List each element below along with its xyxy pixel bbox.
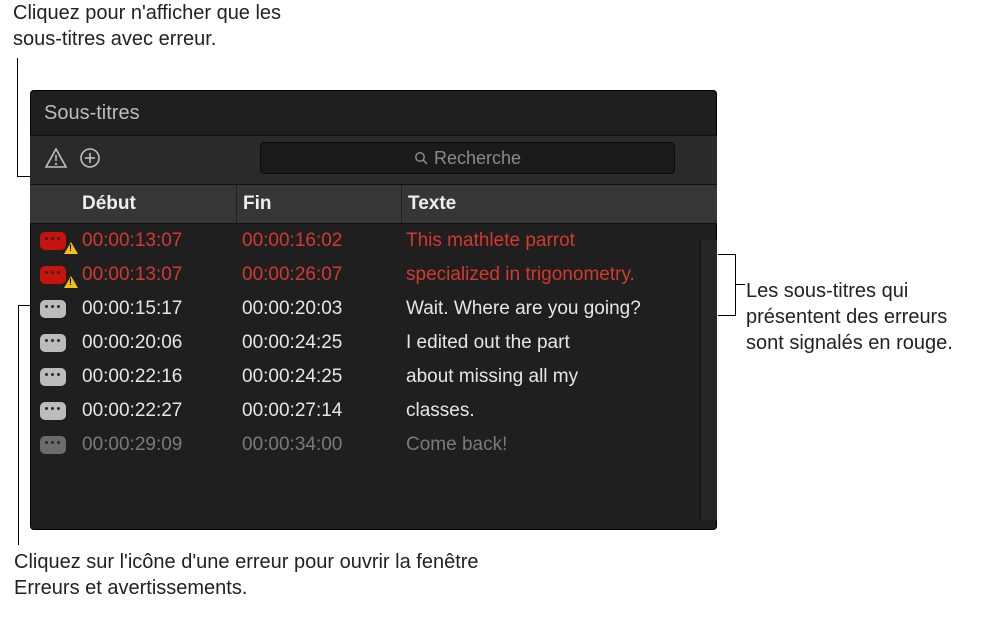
caption-end-time: 00:00:24:25 xyxy=(236,332,400,354)
search-placeholder: Recherche xyxy=(434,148,521,169)
table-row[interactable]: 00:00:22:1600:00:24:25about missing all … xyxy=(30,360,717,394)
caption-text: I edited out the part xyxy=(400,332,717,354)
col-header-text[interactable]: Texte xyxy=(402,185,717,223)
caption-start-time: 00:00:20:06 xyxy=(76,332,236,354)
caption-bubble-icon xyxy=(40,266,66,284)
caption-status-icon xyxy=(30,334,76,352)
caption-end-time: 00:00:34:00 xyxy=(236,434,400,456)
caption-status-icon[interactable] xyxy=(30,232,76,250)
col-header-start[interactable]: Début xyxy=(76,185,237,223)
caption-text: Come back! xyxy=(400,434,717,456)
callout-line xyxy=(735,284,745,285)
caption-text: This mathlete parrot xyxy=(400,230,717,252)
toolbar: Recherche xyxy=(30,135,717,185)
annotation-bottom: Cliquez sur l'icône d'une erreur pour ou… xyxy=(14,549,514,601)
caption-text: about missing all my xyxy=(400,366,717,388)
search-input[interactable]: Recherche xyxy=(260,142,675,174)
caption-bubble-icon xyxy=(40,436,66,454)
col-header-icon xyxy=(30,185,76,223)
caption-end-time: 00:00:20:03 xyxy=(236,298,400,320)
annotation-right: Les sous-titres qui présentent des erreu… xyxy=(746,278,986,356)
caption-rows: 00:00:13:0700:00:16:02This mathlete parr… xyxy=(30,224,717,462)
annotation-top: Cliquez pour n'afficher que les sous-tit… xyxy=(13,0,333,52)
warning-badge-icon xyxy=(64,242,78,254)
caption-status-icon xyxy=(30,300,76,318)
captions-panel: Sous-titres Recherche Déb xyxy=(30,90,717,530)
caption-end-time: 00:00:24:25 xyxy=(236,366,400,388)
caption-bubble-icon xyxy=(40,232,66,250)
scrollbar-track[interactable] xyxy=(700,240,717,520)
table-row[interactable]: 00:00:13:0700:00:16:02This mathlete parr… xyxy=(30,224,717,258)
caption-end-time: 00:00:27:14 xyxy=(236,400,400,422)
callout-line xyxy=(18,305,19,545)
caption-bubble-icon xyxy=(40,368,66,386)
caption-bubble-icon xyxy=(40,300,66,318)
caption-status-icon xyxy=(30,436,76,454)
panel-title: Sous-titres xyxy=(30,90,717,135)
caption-end-time: 00:00:16:02 xyxy=(236,230,400,252)
table-row[interactable]: 00:00:20:0600:00:24:25I edited out the p… xyxy=(30,326,717,360)
table-row[interactable]: 00:00:22:2700:00:27:14classes. xyxy=(30,394,717,428)
caption-bubble-icon xyxy=(40,402,66,420)
callout-bracket xyxy=(718,254,736,316)
warning-triangle-icon xyxy=(45,148,67,168)
caption-start-time: 00:00:22:27 xyxy=(76,400,236,422)
caption-start-time: 00:00:29:09 xyxy=(76,434,236,456)
caption-start-time: 00:00:15:17 xyxy=(76,298,236,320)
plus-circle-icon xyxy=(79,147,101,169)
caption-text: specialized in trigonometry. xyxy=(400,264,717,286)
caption-status-icon xyxy=(30,402,76,420)
caption-end-time: 00:00:26:07 xyxy=(236,264,400,286)
caption-bubble-icon xyxy=(40,334,66,352)
table-row[interactable]: 00:00:15:1700:00:20:03Wait. Where are yo… xyxy=(30,292,717,326)
add-caption-button[interactable] xyxy=(76,145,104,171)
col-header-end[interactable]: Fin xyxy=(237,185,402,223)
table-header: Début Fin Texte xyxy=(30,185,717,224)
table-row[interactable]: 00:00:29:0900:00:34:00Come back! xyxy=(30,428,717,462)
table-row[interactable]: 00:00:13:0700:00:26:07specialized in tri… xyxy=(30,258,717,292)
caption-text: Wait. Where are you going? xyxy=(400,298,717,320)
caption-text: classes. xyxy=(400,400,717,422)
caption-status-icon xyxy=(30,368,76,386)
caption-start-time: 00:00:22:16 xyxy=(76,366,236,388)
caption-start-time: 00:00:13:07 xyxy=(76,264,236,286)
filter-errors-button[interactable] xyxy=(42,145,70,171)
caption-status-icon[interactable] xyxy=(30,266,76,284)
callout-line xyxy=(17,58,18,176)
caption-start-time: 00:00:13:07 xyxy=(76,230,236,252)
warning-badge-icon xyxy=(64,276,78,288)
search-icon xyxy=(414,151,428,165)
